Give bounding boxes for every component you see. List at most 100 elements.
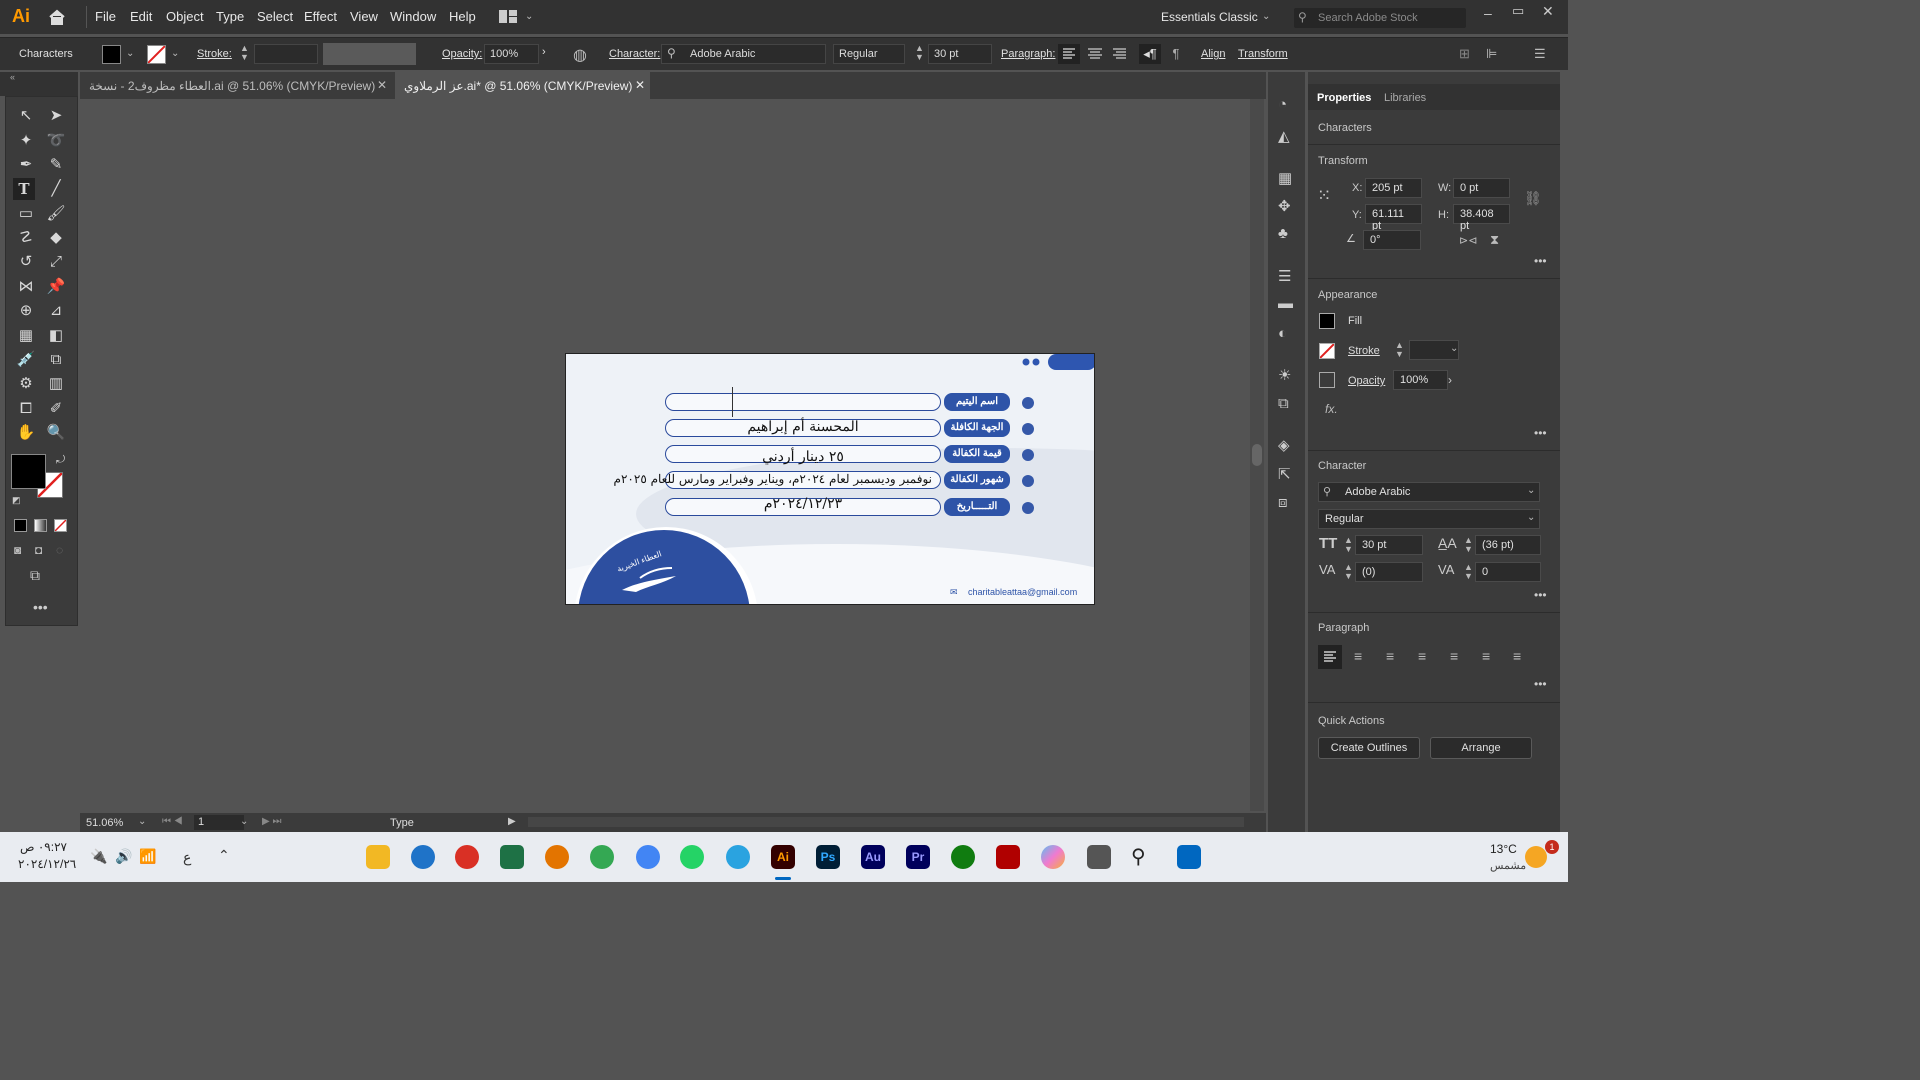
xbox-icon[interactable]	[951, 845, 975, 869]
eraser-icon[interactable]: ◆	[45, 227, 67, 249]
photoshop-icon[interactable]: Ps	[816, 845, 840, 869]
symbol-sprayer-icon[interactable]: ⚙	[15, 373, 37, 395]
hand-tool-icon[interactable]: ✋	[15, 422, 37, 444]
wifi-icon[interactable]: 📶	[139, 848, 156, 865]
menu-file[interactable]: File	[95, 9, 116, 24]
first-page-icon[interactable]: ⏮ ◀	[162, 816, 183, 827]
premiere-icon[interactable]: Pr	[906, 845, 930, 869]
menu-edit[interactable]: Edit	[130, 9, 152, 24]
rectangle-tool-icon[interactable]: ▭	[15, 203, 37, 225]
chevron-up-icon[interactable]: ⌃	[218, 847, 230, 864]
rtl-direction-icon[interactable]: ◂¶	[1139, 44, 1161, 64]
stroke-swatch[interactable]	[1319, 343, 1335, 359]
maximize-icon[interactable]: ▭	[1512, 3, 1524, 19]
artboard-tool-icon[interactable]: ⧠	[15, 398, 37, 420]
type-tool-icon[interactable]: T	[13, 178, 35, 200]
y-field[interactable]: 61.111 pt	[1365, 204, 1422, 232]
artboards-icon[interactable]: ⧈	[1278, 494, 1288, 511]
close-icon[interactable]: ✕	[377, 78, 387, 92]
scrollbar-thumb[interactable]	[1252, 444, 1262, 466]
orphan-name-field[interactable]	[665, 393, 941, 411]
pen-tool-icon[interactable]: ✒	[15, 154, 37, 176]
magic-wand-icon[interactable]: ✦	[15, 130, 37, 152]
grid-icon[interactable]: ⊞	[1459, 46, 1470, 62]
illustrator-icon[interactable]: Ai	[771, 845, 795, 869]
close-icon[interactable]: ✕	[635, 78, 645, 92]
gradient-tool-icon[interactable]: ◧	[45, 325, 67, 347]
stroke-panel-icon[interactable]: ☰	[1278, 267, 1291, 285]
eyedropper-icon[interactable]: 💉	[15, 349, 37, 371]
search-input[interactable]: Search Adobe Stock	[1318, 12, 1418, 24]
app-icon[interactable]	[1087, 845, 1111, 869]
chevron-down-icon[interactable]: ⌄	[1262, 11, 1270, 22]
app-icon[interactable]	[996, 845, 1020, 869]
chrome-profile-icon[interactable]	[590, 845, 614, 869]
chevron-down-icon[interactable]: ⌄	[1527, 485, 1535, 496]
puppet-warp-icon[interactable]: 📌	[45, 276, 67, 298]
menu-help[interactable]: Help	[449, 9, 476, 24]
weather-sun-icon[interactable]	[1525, 846, 1547, 868]
slice-tool-icon[interactable]: ✐	[45, 398, 67, 420]
h-field[interactable]: 38.408 pt	[1453, 204, 1510, 232]
color-mode-icon[interactable]	[14, 519, 27, 532]
direct-selection-tool-icon[interactable]: ➤	[45, 105, 67, 127]
variable-width-profile[interactable]	[323, 43, 416, 65]
menu-effect[interactable]: Effect	[304, 9, 337, 24]
font-family-field[interactable]: Adobe Arabic	[1318, 482, 1540, 502]
stepper-icon[interactable]: ▲ ▼	[1344, 563, 1353, 581]
whatsapp-icon[interactable]	[680, 845, 704, 869]
stepper-icon[interactable]: ▲ ▼	[915, 44, 924, 62]
font-style-field[interactable]: Regular	[1318, 509, 1540, 529]
chrome-profile-icon[interactable]	[545, 845, 569, 869]
w-field[interactable]: 0 pt	[1453, 178, 1510, 198]
clock-date[interactable]: ٢٠٢٤/١٢/٢٦	[18, 857, 76, 871]
justify-right-icon[interactable]: ≡	[1482, 648, 1490, 664]
stepper-icon[interactable]: ▲ ▼	[1395, 341, 1404, 359]
font-family-field[interactable]: Adobe Arabic	[661, 44, 826, 64]
horizontal-scrollbar[interactable]	[528, 817, 1244, 827]
recolor-icon[interactable]: ◍	[573, 45, 587, 65]
mesh-tool-icon[interactable]: ▦	[15, 325, 37, 347]
align-right-icon[interactable]	[1110, 44, 1130, 64]
rotate-field[interactable]: 0°	[1363, 230, 1421, 250]
scale-tool-icon[interactable]: ⤢	[45, 251, 67, 273]
stepper-icon[interactable]: ▲ ▼	[1464, 536, 1473, 554]
vertical-scrollbar[interactable]	[1250, 99, 1264, 811]
weather-temp[interactable]: 13°C	[1490, 842, 1517, 856]
font-style-field[interactable]: Regular	[833, 44, 905, 64]
flip-vertical-icon[interactable]: ⧗	[1490, 232, 1499, 248]
home-icon[interactable]	[48, 9, 66, 25]
fill-color-swatch[interactable]	[11, 454, 46, 489]
gradient-mode-icon[interactable]	[34, 519, 47, 532]
stepper-icon[interactable]: ▲ ▼	[1464, 563, 1473, 581]
kerning-field[interactable]: (0)	[1355, 562, 1423, 582]
justify-center-icon[interactable]: ≡	[1450, 648, 1458, 664]
chevron-down-icon[interactable]: ⌄	[126, 48, 134, 59]
opacity-label[interactable]: Opacity:	[442, 48, 482, 60]
chevron-down-icon[interactable]: ⌄	[240, 816, 248, 827]
reference-point-icon[interactable]: ⁙	[1317, 186, 1331, 206]
panel-menu-icon[interactable]: ☰	[1534, 46, 1546, 62]
justify-all-icon[interactable]: ≡	[1513, 648, 1521, 664]
page-field[interactable]: 1	[194, 815, 244, 830]
align-link[interactable]: Align	[1201, 48, 1225, 60]
flip-horizontal-icon[interactable]: ⊳⊲	[1459, 234, 1477, 247]
align-left-icon[interactable]	[1318, 645, 1342, 669]
distribute-icon[interactable]: ⊫	[1486, 46, 1497, 62]
transform-link[interactable]: Transform	[1238, 48, 1288, 60]
stroke-label[interactable]: Stroke:	[197, 48, 232, 60]
align-center-icon[interactable]: ≡	[1354, 648, 1362, 664]
screen-mode-icon[interactable]: ⧉	[30, 567, 40, 584]
more-options-icon[interactable]: •••	[1534, 254, 1547, 268]
blend-tool-icon[interactable]: ⧉	[45, 349, 67, 371]
collapse-icon[interactable]: «	[10, 72, 15, 82]
arrange-button[interactable]: Arrange	[1430, 737, 1532, 759]
color-guide-icon[interactable]: ◔	[1278, 96, 1287, 113]
line-tool-icon[interactable]: ╱	[45, 178, 67, 200]
transparency-icon[interactable]: ◐	[1278, 325, 1287, 342]
x-field[interactable]: 205 pt	[1365, 178, 1422, 198]
stroke-weight-field[interactable]	[254, 44, 318, 64]
menu-type[interactable]: Type	[216, 9, 244, 24]
status-menu-icon[interactable]: ▶	[508, 816, 516, 827]
stepper-icon[interactable]: ▲ ▼	[240, 44, 249, 62]
